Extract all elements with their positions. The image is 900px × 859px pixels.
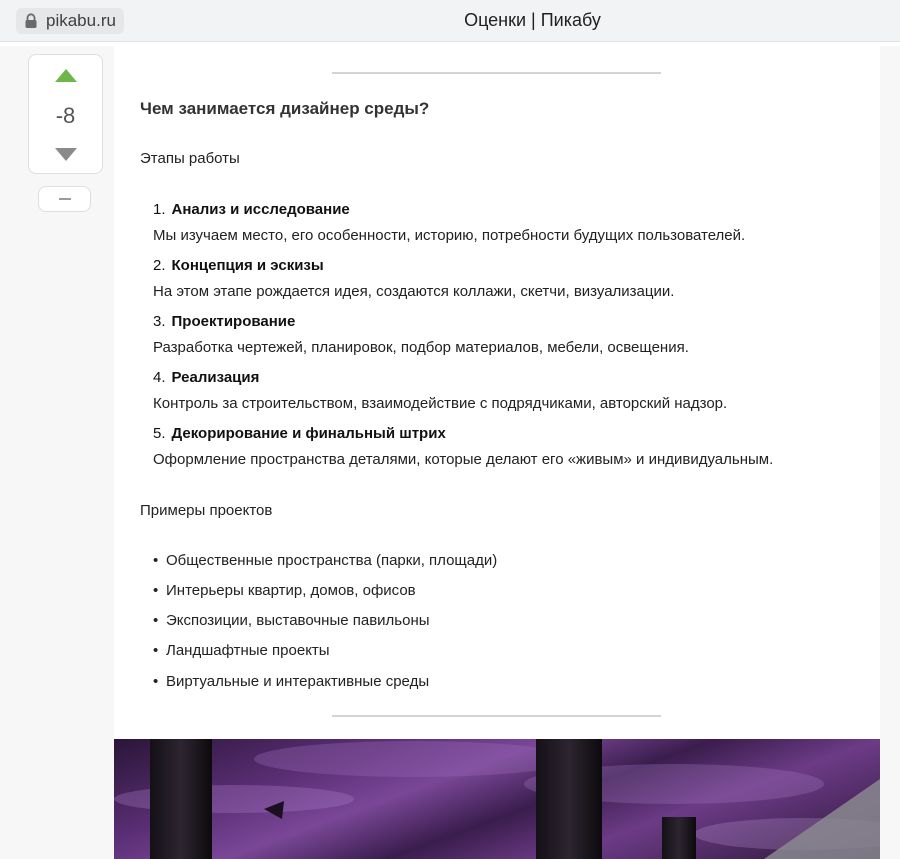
list-item: 5. Декорирование и финальный штрих xyxy=(153,425,446,442)
list-number: 1. xyxy=(153,201,166,218)
collapse-button[interactable] xyxy=(38,186,91,212)
bullet-item: • Экспозиции, выставочные павильоны xyxy=(153,612,430,629)
list-item-title: Реализация xyxy=(171,369,260,386)
bullet-item-text: Ландшафтные проекты xyxy=(166,642,330,659)
bullet-item: • Интерьеры квартир, домов, офисов xyxy=(153,582,416,599)
rating-value: -8 xyxy=(55,103,76,128)
list-item: 4. Реализация xyxy=(153,369,259,386)
downvote-icon[interactable] xyxy=(55,148,77,161)
list-item-desc: Разработка чертежей, планировок, подбор … xyxy=(153,339,689,356)
list-item-title: Концепция и эскизы xyxy=(171,257,324,274)
bullet-item: • Виртуальные и интерактивные среды xyxy=(153,673,430,690)
list-item: 2. Концепция и эскизы xyxy=(153,257,324,274)
list-number: 4. xyxy=(153,369,166,386)
divider-bottom xyxy=(332,715,661,717)
list-number: 2. xyxy=(153,257,166,274)
page-title: Оценки | Пикабу xyxy=(464,10,601,30)
list-item-title: Анализ и исследование xyxy=(171,201,350,218)
list-item-title: Декорирование и финальный штрих xyxy=(171,425,446,442)
bullet-item-text: Общественные пространства (парки, площад… xyxy=(166,552,498,569)
list-item-desc: Оформление пространства деталями, которы… xyxy=(153,451,774,468)
list-item: 3. Проектирование xyxy=(153,313,295,330)
bullet-item: • Общественные пространства (парки, площа… xyxy=(153,552,498,569)
list-item-desc: Контроль за строительством, взаимодейств… xyxy=(153,395,728,412)
stages-title: Этапы работы xyxy=(140,150,240,167)
story-image-art xyxy=(114,739,880,859)
examples-title: Примеры проектов xyxy=(140,502,273,519)
list-item-title: Проектирование xyxy=(171,313,296,330)
bullet-item-text: Виртуальные и интерактивные среды xyxy=(166,673,430,690)
list-item-desc: Мы изучаем место, его особенности, истор… xyxy=(153,227,746,244)
bullet-item: • Ландшафтные проекты xyxy=(153,642,330,659)
rating-widget: -8 xyxy=(28,54,103,174)
story-image[interactable] xyxy=(114,739,880,859)
article-heading: Чем занимается дизайнер среды? xyxy=(140,99,430,118)
minus-icon xyxy=(58,198,71,200)
story-content: Чем занимается дизайнер среды? Этапы раб… xyxy=(114,46,880,739)
bullet-item-text: Экспозиции, выставочные павильоны xyxy=(166,612,430,629)
browser-bar: pikabu.ru Оценки | Пикабу xyxy=(0,0,900,42)
bullet-item-text: Интерьеры квартир, домов, офисов xyxy=(166,582,416,599)
list-item: 1. Анализ и исследование xyxy=(153,201,350,218)
divider-top xyxy=(332,72,661,74)
upvote-icon[interactable] xyxy=(55,69,77,82)
list-number: 5. xyxy=(153,425,166,442)
list-item-desc: На этом этапе рождается идея, создаются … xyxy=(153,283,675,300)
list-number: 3. xyxy=(153,313,166,330)
